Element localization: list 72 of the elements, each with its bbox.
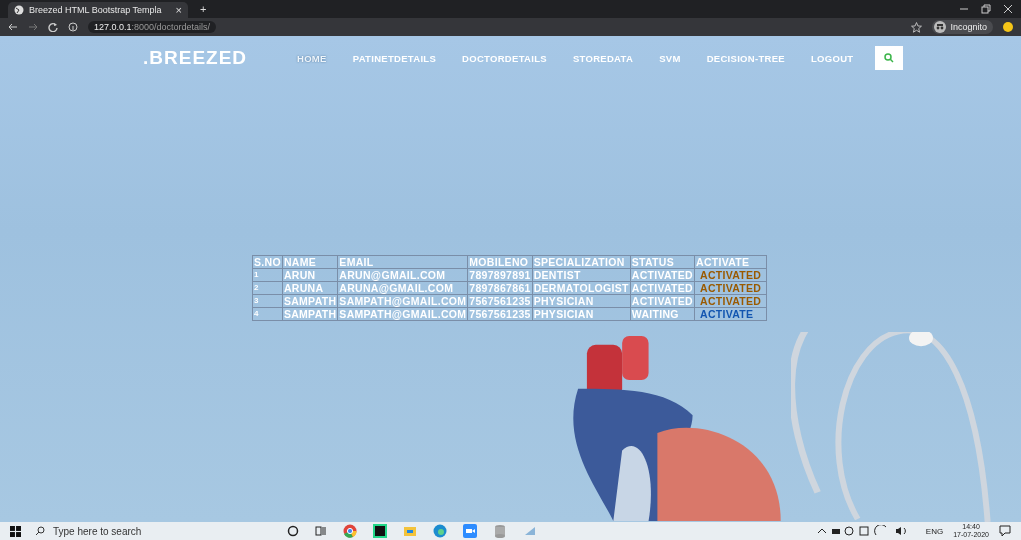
table-cell: ARUN bbox=[282, 268, 338, 282]
table-cell: WAITING bbox=[630, 307, 695, 321]
table-cell: ACTIVATED bbox=[630, 281, 695, 295]
activate-link[interactable]: ACTIVATED bbox=[696, 295, 766, 307]
table-cell: ACTIVATED bbox=[630, 268, 695, 282]
chrome-icon[interactable] bbox=[343, 524, 357, 538]
activate-link[interactable]: ACTIVATED bbox=[696, 269, 766, 281]
table-cell: SAMPATH bbox=[282, 294, 338, 308]
nav-link[interactable]: LOGOUT bbox=[810, 52, 854, 64]
column-header: STATUS bbox=[630, 255, 695, 269]
tab-title: Breezed HTML Bootstrap Templa bbox=[29, 5, 163, 15]
column-header: SPECIALIZATION bbox=[532, 255, 631, 269]
column-header: EMAIL bbox=[337, 255, 468, 269]
windows-logo-icon[interactable] bbox=[10, 525, 21, 537]
column-header: MOBILENO bbox=[467, 255, 533, 269]
star-icon[interactable] bbox=[911, 21, 923, 33]
nav-link[interactable]: DOCTORDETAILS bbox=[462, 52, 547, 64]
back-arrow-icon[interactable] bbox=[8, 22, 18, 32]
nav-link[interactable]: DECISION-TREE bbox=[706, 52, 785, 64]
url-text[interactable]: 127.0.0.1:8000/doctordetails/ bbox=[88, 21, 217, 33]
nav-link[interactable]: SVM bbox=[659, 52, 681, 64]
notification-icon[interactable] bbox=[999, 525, 1011, 537]
table-cell: DERMATOLOGIST bbox=[532, 281, 631, 295]
table-cell: SAMPATH@GMAIL.COM bbox=[337, 294, 468, 308]
circle-icon[interactable] bbox=[287, 525, 299, 537]
app-icon[interactable] bbox=[373, 524, 387, 538]
restore-icon[interactable] bbox=[981, 4, 991, 14]
table-cell: 2 bbox=[252, 281, 283, 295]
table-cell: PHYSICIAN bbox=[532, 307, 631, 321]
close-icon[interactable] bbox=[1003, 4, 1013, 14]
nav-link[interactable]: STOREDATA bbox=[572, 52, 634, 64]
table-cell: PHYSICIAN bbox=[532, 294, 631, 308]
new-tab-button[interactable]: + bbox=[200, 3, 207, 15]
task-view-icon[interactable] bbox=[315, 525, 327, 537]
table-cell: DENTIST bbox=[532, 268, 631, 282]
site-logo[interactable]: .BREEZED bbox=[143, 47, 297, 69]
table-cell: ARUNA bbox=[282, 281, 338, 295]
incognito-label: Incognito bbox=[950, 22, 987, 32]
incognito-badge[interactable]: Incognito bbox=[932, 20, 993, 34]
video-camera-icon[interactable] bbox=[463, 524, 477, 538]
info-icon[interactable] bbox=[68, 22, 78, 32]
folder-icon[interactable] bbox=[403, 524, 417, 538]
table-cell: 7567561235 bbox=[467, 307, 533, 321]
table-cell: 1 bbox=[252, 268, 283, 282]
column-header: ACTIVATE bbox=[694, 255, 767, 269]
nav-link[interactable]: PATINETDETAILS bbox=[352, 52, 437, 64]
column-header: NAME bbox=[282, 255, 338, 269]
table-cell: 4 bbox=[252, 307, 283, 321]
table-cell: 7567561235 bbox=[467, 294, 533, 308]
table-cell: 3 bbox=[252, 294, 283, 308]
table-cell: SAMPATH@GMAIL.COM bbox=[337, 307, 468, 321]
taskbar-search-field[interactable]: Type here to search bbox=[51, 524, 255, 538]
table-cell: SAMPATH bbox=[282, 307, 338, 321]
column-header: S.NO bbox=[252, 255, 283, 269]
reload-icon[interactable] bbox=[48, 22, 58, 32]
forward-arrow-icon[interactable] bbox=[28, 22, 38, 32]
search-icon bbox=[884, 53, 895, 63]
table-cell: ARUNA@GMAIL.COM bbox=[337, 281, 468, 295]
activate-link[interactable]: ACTIVATED bbox=[696, 282, 766, 294]
globe-icon bbox=[14, 5, 24, 15]
tab-close[interactable]: × bbox=[175, 4, 182, 16]
table-cell: ACTIVATED bbox=[630, 294, 695, 308]
profile-dot-icon[interactable] bbox=[1003, 22, 1013, 32]
table-cell: 7897867861 bbox=[467, 281, 533, 295]
browser-tab[interactable]: Breezed HTML Bootstrap Templa × bbox=[8, 2, 188, 18]
language-indicator[interactable]: ENG bbox=[925, 526, 944, 536]
table-cell: 7897897891 bbox=[467, 268, 533, 282]
edge-icon[interactable] bbox=[433, 524, 447, 538]
search-icon bbox=[35, 526, 45, 536]
table-cell: ARUN@GMAIL.COM bbox=[337, 268, 468, 282]
incognito-icon bbox=[934, 21, 947, 33]
nav-link[interactable]: HOME bbox=[297, 52, 327, 64]
